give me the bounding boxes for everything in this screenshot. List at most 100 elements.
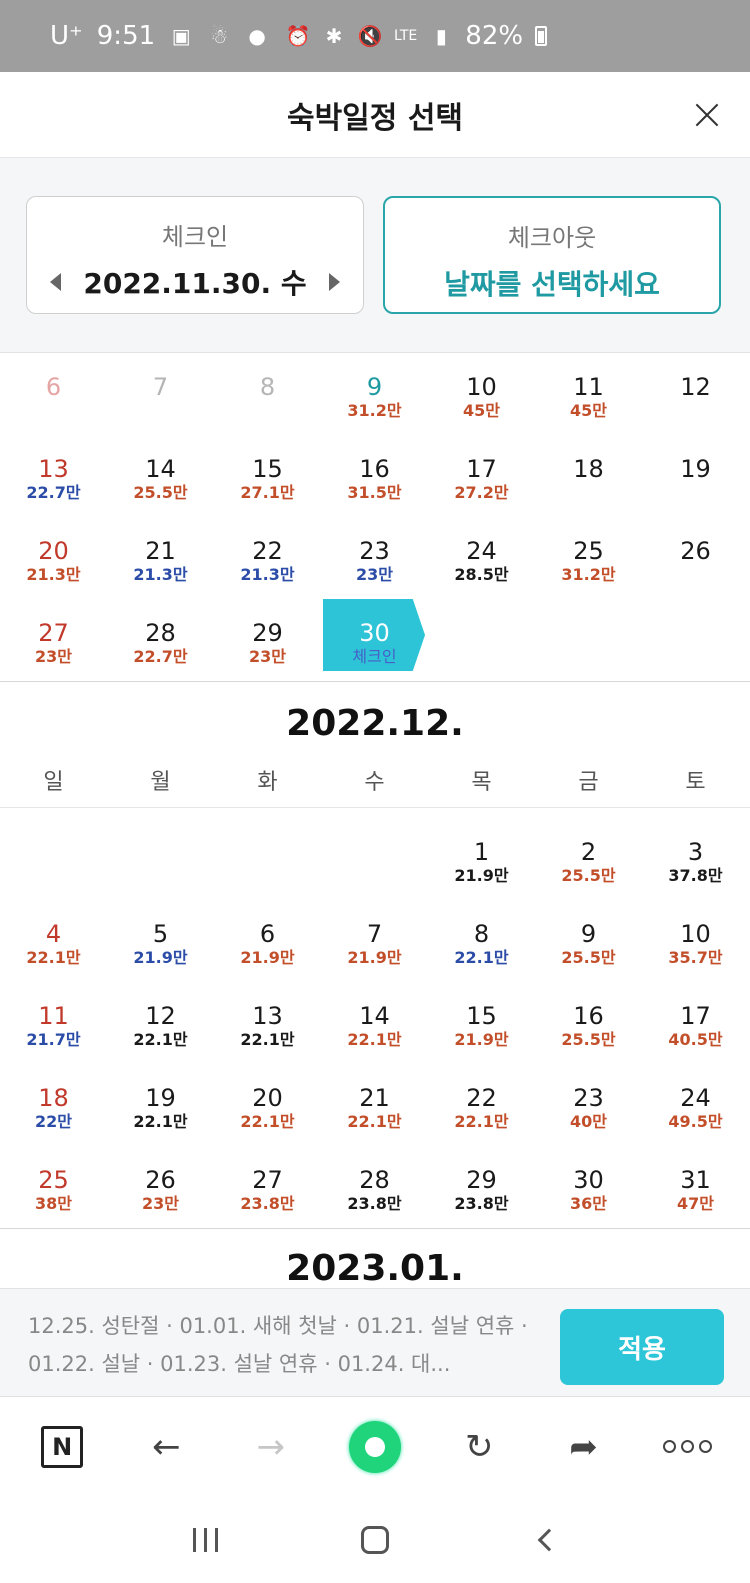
day-cell[interactable]: 7	[107, 353, 214, 435]
checkin-box[interactable]: 체크인 2022.11.30. 수	[26, 196, 364, 314]
day-number: 11	[573, 373, 604, 401]
checkout-box[interactable]: 체크아웃 날짜를 선택하세요	[383, 196, 721, 314]
day-cell[interactable]: 12 22.1만	[107, 982, 214, 1064]
day-cell[interactable]: 14 22.1만	[321, 982, 428, 1064]
back-arrow-icon[interactable]: ←	[136, 1417, 196, 1477]
day-cell[interactable]: 29 23만	[214, 599, 321, 681]
day-number: 7	[366, 920, 383, 948]
calendar-week-row: 27 23만 28 22.7만 29 23만 30 체크인	[0, 599, 750, 681]
day-cell[interactable]: 11 21.7만	[0, 982, 107, 1064]
empty-day-cell	[535, 599, 642, 681]
day-cell[interactable]: 26	[642, 517, 749, 599]
reload-icon[interactable]: ↻	[449, 1417, 509, 1477]
day-cell[interactable]: 2 25.5만	[535, 818, 642, 900]
day-cell[interactable]: 27 23만	[0, 599, 107, 681]
day-cell[interactable]: 7 21.9만	[321, 900, 428, 982]
green-dot-button[interactable]	[345, 1417, 405, 1477]
day-cell[interactable]: 29 23.8만	[428, 1146, 535, 1228]
day-cell[interactable]: 24 28.5만	[428, 517, 535, 599]
day-cell[interactable]: 23 23만	[321, 517, 428, 599]
day-cell[interactable]: 13 22.7만	[0, 435, 107, 517]
more-menu-button[interactable]	[658, 1417, 718, 1477]
prev-day-icon[interactable]	[50, 273, 62, 291]
day-cell[interactable]: 1 21.9만	[428, 818, 535, 900]
day-price: 21.9만	[347, 948, 402, 967]
day-price: 23만	[249, 647, 286, 666]
recent-apps-button[interactable]	[180, 1515, 230, 1565]
day-cell[interactable]: 11 45만	[535, 353, 642, 435]
weekday-label: 화	[257, 770, 278, 795]
day-cell[interactable]: 21 21.3만	[107, 517, 214, 599]
day-price: 35.7만	[668, 948, 723, 967]
day-price: 37.8만	[668, 866, 723, 885]
weekday-label: 토	[685, 770, 706, 795]
day-cell[interactable]: 5 21.9만	[107, 900, 214, 982]
home-button[interactable]	[350, 1515, 400, 1565]
month-title-december: 2022.12.	[286, 702, 464, 744]
system-back-button[interactable]	[520, 1515, 570, 1565]
day-cell[interactable]: 9 25.5만	[535, 900, 642, 982]
day-cell[interactable]: 8 22.1만	[428, 900, 535, 982]
day-cell[interactable]: 6	[0, 353, 107, 435]
day-cell[interactable]: 20 22.1만	[214, 1064, 321, 1146]
day-cell[interactable]: 17 27.2만	[428, 435, 535, 517]
share-icon[interactable]: ➦	[554, 1417, 614, 1477]
day-price: 22.1만	[347, 1112, 402, 1131]
day-cell[interactable]: 25 38만	[0, 1146, 107, 1228]
modal-header: 숙박일정 선택	[0, 72, 750, 158]
weekday-label: 월	[150, 770, 171, 795]
naver-home-button[interactable]: N	[32, 1417, 92, 1477]
day-price: 45만	[463, 401, 500, 420]
selected-day-cell[interactable]: 30 체크인	[321, 599, 428, 681]
day-cell[interactable]: 16 25.5만	[535, 982, 642, 1064]
day-cell[interactable]: 24 49.5만	[642, 1064, 749, 1146]
day-cell[interactable]: 28 23.8만	[321, 1146, 428, 1228]
day-cell[interactable]: 22 21.3만	[214, 517, 321, 599]
holiday-footer: 12.25. 성탄절 · 01.01. 새해 첫날 · 01.21. 설날 연휴…	[0, 1288, 750, 1396]
day-cell[interactable]: 23 40만	[535, 1064, 642, 1146]
day-cell[interactable]: 15 21.9만	[428, 982, 535, 1064]
weekday-label: 목	[471, 770, 492, 795]
day-cell[interactable]: 16 31.5만	[321, 435, 428, 517]
day-cell[interactable]: 15 27.1만	[214, 435, 321, 517]
day-cell[interactable]: 14 25.5만	[107, 435, 214, 517]
day-number: 13	[38, 455, 69, 483]
day-cell[interactable]: 8	[214, 353, 321, 435]
day-cell[interactable]: 20 21.3만	[0, 517, 107, 599]
day-cell[interactable]: 26 23만	[107, 1146, 214, 1228]
day-cell[interactable]: 22 22.1만	[428, 1064, 535, 1146]
day-cell[interactable]: 6 21.9만	[214, 900, 321, 982]
day-number: 17	[680, 1002, 711, 1030]
day-price: 47만	[677, 1194, 714, 1213]
day-cell[interactable]: 19	[642, 435, 749, 517]
day-number: 25	[38, 1166, 69, 1194]
close-icon[interactable]	[690, 98, 724, 132]
day-cell[interactable]: 21 22.1만	[321, 1064, 428, 1146]
day-cell[interactable]: 13 22.1만	[214, 982, 321, 1064]
gallery-icon: ▣	[171, 24, 191, 48]
day-price: 40만	[570, 1112, 607, 1131]
calendar-week-row: 25 38만 26 23만 27 23.8만 28 23.8만 29 23.8만 30 36만 31 47…	[0, 1146, 750, 1228]
day-cell[interactable]: 10 35.7만	[642, 900, 749, 982]
day-cell[interactable]: 18	[535, 435, 642, 517]
naver-n-icon: N	[41, 1425, 84, 1468]
day-cell[interactable]: 18 22만	[0, 1064, 107, 1146]
day-cell[interactable]: 4 22.1만	[0, 900, 107, 982]
day-cell[interactable]: 31 47만	[642, 1146, 749, 1228]
day-cell[interactable]: 25 31.2만	[535, 517, 642, 599]
day-cell[interactable]: 19 22.1만	[107, 1064, 214, 1146]
forward-arrow-icon[interactable]: →	[241, 1417, 301, 1477]
day-cell[interactable]: 27 23.8만	[214, 1146, 321, 1228]
next-day-icon[interactable]	[328, 273, 340, 291]
day-price: 23.8만	[454, 1194, 509, 1213]
day-cell[interactable]: 10 45만	[428, 353, 535, 435]
apply-button[interactable]: 적용	[560, 1309, 724, 1385]
day-cell[interactable]: 3 37.8만	[642, 818, 749, 900]
calendar-scroll-area[interactable]: 6 7 8 9 31.2만 10 45만 11 45만 12 13 22.7만 14 25.5만 15 27.…	[0, 353, 750, 1288]
day-cell[interactable]: 17 40.5만	[642, 982, 749, 1064]
day-cell[interactable]: 30 36만	[535, 1146, 642, 1228]
day-cell[interactable]: 28 22.7만	[107, 599, 214, 681]
day-cell[interactable]: 12	[642, 353, 749, 435]
day-price: 23.8만	[347, 1194, 402, 1213]
day-cell[interactable]: 9 31.2만	[321, 353, 428, 435]
